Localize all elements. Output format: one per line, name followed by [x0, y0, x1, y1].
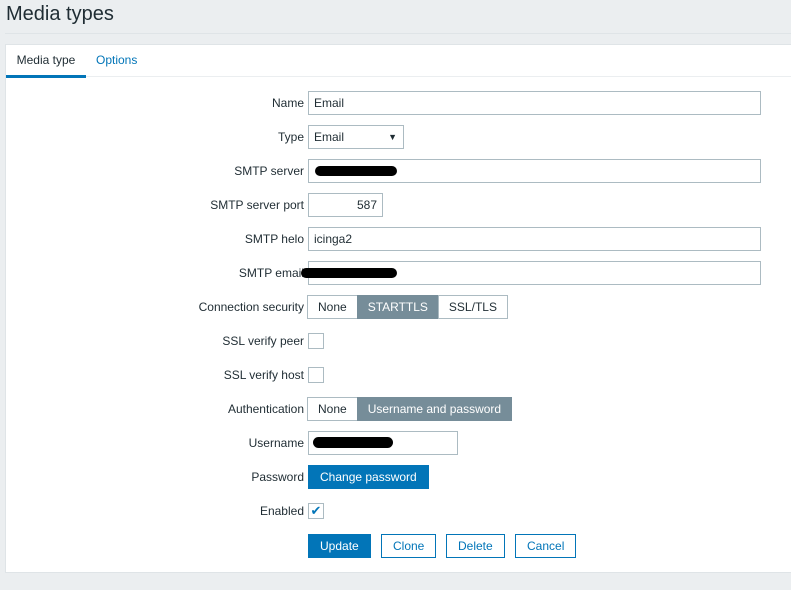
enabled-checkbox[interactable]: ✔: [308, 503, 324, 519]
ssl-verify-host-label: SSL verify host: [223, 368, 304, 382]
row-authentication: Authentication None Username and passwor…: [6, 397, 791, 421]
ssl-verify-peer-label: SSL verify peer: [222, 334, 304, 348]
authentication-toggle: None Username and password: [307, 397, 513, 421]
username-label: Username: [248, 436, 304, 450]
clone-button[interactable]: Clone: [381, 534, 437, 558]
delete-button[interactable]: Delete: [446, 534, 505, 558]
smtp-server-input[interactable]: [308, 159, 761, 183]
dropdown-arrow-icon: ▼: [388, 132, 397, 142]
type-value: Email: [314, 130, 345, 144]
checkmark-icon: ✔: [310, 503, 322, 518]
divider: [5, 33, 791, 34]
smtp-server-label: SMTP server: [234, 164, 304, 178]
smtp-email-label: SMTP email: [238, 266, 304, 280]
row-connection-security: Connection security None STARTTLS SSL/TL…: [6, 295, 791, 319]
redaction-scribble: [301, 268, 397, 278]
cancel-button[interactable]: Cancel: [515, 534, 577, 558]
auth-none[interactable]: None: [307, 397, 358, 421]
ssl-verify-peer-checkbox[interactable]: [308, 333, 324, 349]
row-smtp-port: SMTP server port 587: [6, 193, 791, 217]
type-select[interactable]: Email ▼: [308, 125, 404, 149]
row-username: Username: [6, 431, 791, 455]
smtp-port-input[interactable]: 587: [308, 193, 383, 217]
row-password: Password Change password: [6, 465, 791, 489]
ssl-verify-host-checkbox[interactable]: [308, 367, 324, 383]
update-button[interactable]: Update: [308, 534, 371, 558]
row-type: Type Email ▼: [6, 125, 791, 149]
smtp-port-label: SMTP server port: [210, 198, 304, 212]
row-ssl-verify-host: SSL verify host: [6, 363, 791, 387]
row-enabled: Enabled ✔: [6, 499, 791, 523]
page-title: Media types: [6, 3, 114, 25]
security-starttls[interactable]: STARTTLS: [356, 295, 439, 319]
redaction-scribble: [315, 166, 397, 176]
form-panel: Media type Options Name Email Type Email…: [5, 44, 791, 573]
tab-bar: Media type Options: [6, 45, 791, 78]
security-none[interactable]: None: [307, 295, 358, 319]
authentication-label: Authentication: [227, 402, 304, 416]
type-label: Type: [277, 130, 304, 144]
auth-username-password[interactable]: Username and password: [356, 397, 513, 421]
smtp-helo-label: SMTP helo: [244, 232, 304, 246]
smtp-helo-input[interactable]: icinga2: [308, 227, 761, 251]
row-smtp-email: SMTP email: [6, 261, 791, 285]
change-password-button[interactable]: Change password: [308, 465, 429, 489]
name-input[interactable]: Email: [308, 91, 761, 115]
enabled-label: Enabled: [259, 504, 304, 518]
username-input[interactable]: [308, 431, 458, 455]
connection-security-toggle: None STARTTLS SSL/TLS: [307, 295, 508, 319]
tab-options[interactable]: Options: [96, 53, 137, 67]
row-ssl-verify-peer: SSL verify peer: [6, 329, 791, 353]
tab-media-type[interactable]: Media type: [6, 53, 86, 78]
row-smtp-helo: SMTP helo icinga2: [6, 227, 791, 251]
security-ssl-tls[interactable]: SSL/TLS: [437, 295, 508, 319]
smtp-email-input[interactable]: [301, 261, 761, 285]
row-name: Name Email: [6, 91, 791, 115]
connection-security-label: Connection security: [198, 300, 304, 314]
redaction-scribble: [313, 437, 393, 448]
name-label: Name: [271, 96, 304, 110]
row-smtp-server: SMTP server: [6, 159, 791, 183]
password-label: Password: [251, 470, 304, 484]
